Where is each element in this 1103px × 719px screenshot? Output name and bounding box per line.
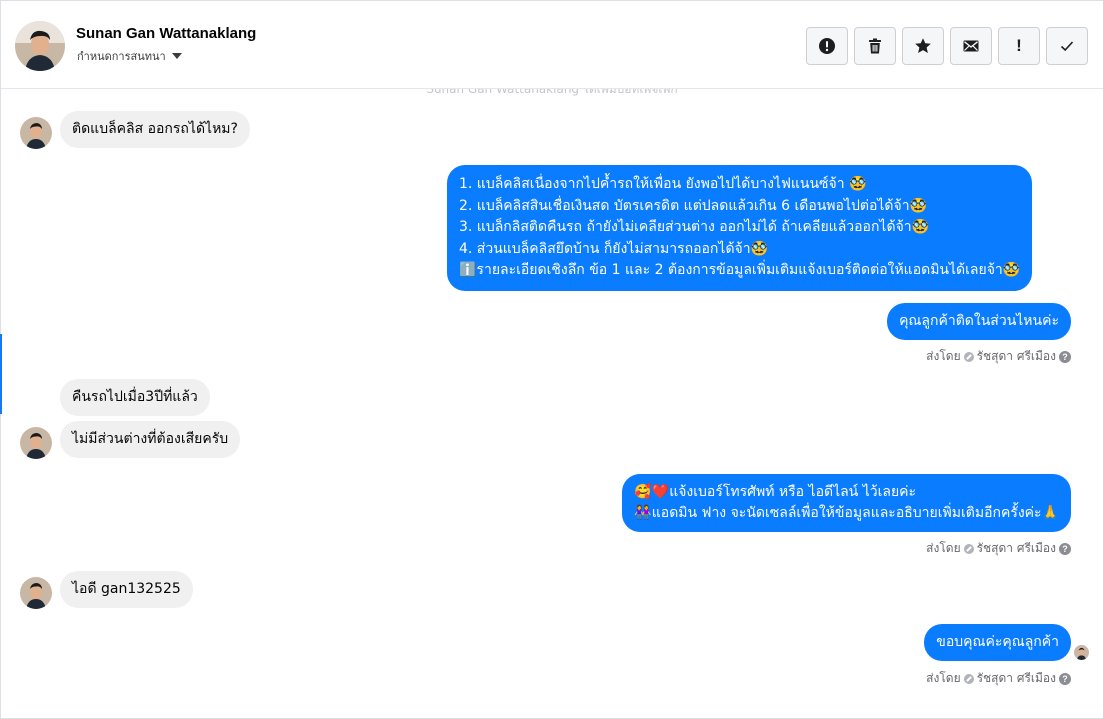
help-icon[interactable]: ?	[1059, 542, 1071, 555]
help-icon[interactable]: ?	[1059, 350, 1071, 363]
follow-up-button[interactable]: !	[998, 27, 1040, 65]
message-thread[interactable]: Sunan Gan Wattanaklang ได้เพิ่มบอทเพจเพ็…	[1, 89, 1103, 719]
message-line: ℹ️รายละเอียดเชิงลึก ข้อ 1 และ 2 ต้องการข…	[459, 262, 1021, 278]
message-line: 4. ส่วนแบล็คลิสยึดบ้าน ก็ยังไม่สามารถออก…	[459, 240, 769, 257]
caret-down-icon	[171, 53, 182, 59]
customer-avatar[interactable]	[20, 117, 52, 149]
sent-by-label: ส่งโดย รัชสุดา ศรีเมือง ?	[926, 347, 1071, 366]
contact-name[interactable]: Sunan Gan Wattanaklang	[76, 25, 256, 42]
agent-status-icon	[963, 351, 974, 362]
exclamation-icon: !	[1016, 36, 1022, 55]
sent-by-agent[interactable]: รัชสุดา ศรีเมือง	[977, 669, 1056, 688]
delete-button[interactable]	[854, 27, 896, 65]
outgoing-message[interactable]: ขอบคุณค่ะคุณลูกค้า	[924, 624, 1071, 661]
incoming-message[interactable]: ไอดี gan132525	[60, 571, 193, 608]
sent-by-label: ส่งโดย รัชสุดา ศรีเมือง ?	[926, 539, 1071, 558]
message-line: 1. แบล็คลิสเนื่องจากไปค้ำรถให้เพื่อน ยัง…	[459, 176, 867, 192]
customer-avatar[interactable]	[20, 577, 52, 609]
trash-icon	[869, 38, 881, 54]
agent-status-icon	[963, 543, 974, 554]
mark-unread-button[interactable]	[950, 27, 992, 65]
message-line: 👭แอดมิน ฟาง จะนัดเซลล์เพื่อให้ข้อมูลและอ…	[634, 505, 1059, 521]
message-line: 2. แบล็คลิสสินเชื่อเงินสด บัตรเครดิต แต่…	[459, 197, 928, 214]
outgoing-message[interactable]: 1. แบล็คลิสเนื่องจากไปค้ำรถให้เพื่อน ยัง…	[447, 165, 1033, 291]
outgoing-message[interactable]: 🥰❤️แจ้งเบอร์โทรศัพท์ หรือ ไอดีไลน์ ไว้เล…	[622, 474, 1071, 532]
alert-circle-icon	[819, 38, 835, 54]
star-icon	[915, 38, 931, 53]
customer-avatar[interactable]	[20, 427, 52, 459]
sent-by-prefix: ส่งโดย	[926, 671, 961, 685]
incoming-message[interactable]: คืนรถไปเมื่อ3ปีที่แล้ว	[60, 379, 210, 416]
incoming-message[interactable]: ติดแบล็คลิส ออกรถได้ไหม?	[60, 111, 250, 148]
system-note: Sunan Gan Wattanaklang ได้เพิ่มบอทเพจเพ็…	[426, 89, 678, 96]
header-actions: !	[806, 27, 1088, 65]
mark-spam-button[interactable]	[806, 27, 848, 65]
conversation-options-label: กำหนดการสนทนา	[77, 50, 166, 63]
conversation-options-dropdown[interactable]: กำหนดการสนทนา	[77, 47, 182, 65]
message-line: 3. แบล็กลิสติดคืนรถ ถ้ายังไม่เคลียส่วนต่…	[459, 219, 930, 235]
agent-status-icon	[963, 673, 974, 684]
conversation-header: Sunan Gan Wattanaklang กำหนดการสนทนา !	[1, 1, 1103, 89]
mark-done-button[interactable]	[1046, 27, 1088, 65]
sent-by-prefix: ส่งโดย	[926, 349, 961, 363]
sent-by-agent[interactable]: รัชสุดา ศรีเมือง	[977, 539, 1056, 558]
sent-by-label: ส่งโดย รัชสุดา ศรีเมือง ?	[926, 669, 1071, 688]
envelope-icon	[963, 40, 979, 52]
sent-by-agent[interactable]: รัชสุดา ศรีเมือง	[977, 347, 1056, 366]
sent-by-prefix: ส่งโดย	[926, 541, 961, 555]
help-icon[interactable]: ?	[1059, 672, 1071, 685]
message-line: 🥰❤️แจ้งเบอร์โทรศัพท์ หรือ ไอดีไลน์ ไว้เล…	[634, 484, 917, 500]
check-icon	[1060, 41, 1074, 52]
incoming-message[interactable]: ไม่มีส่วนต่างที่ต้องเสียครับ	[60, 421, 241, 458]
seen-avatar	[1074, 645, 1089, 660]
outgoing-message[interactable]: คุณลูกค้าติดในส่วนไหนค่ะ	[887, 303, 1071, 340]
star-button[interactable]	[902, 27, 944, 65]
contact-avatar[interactable]	[15, 21, 65, 71]
